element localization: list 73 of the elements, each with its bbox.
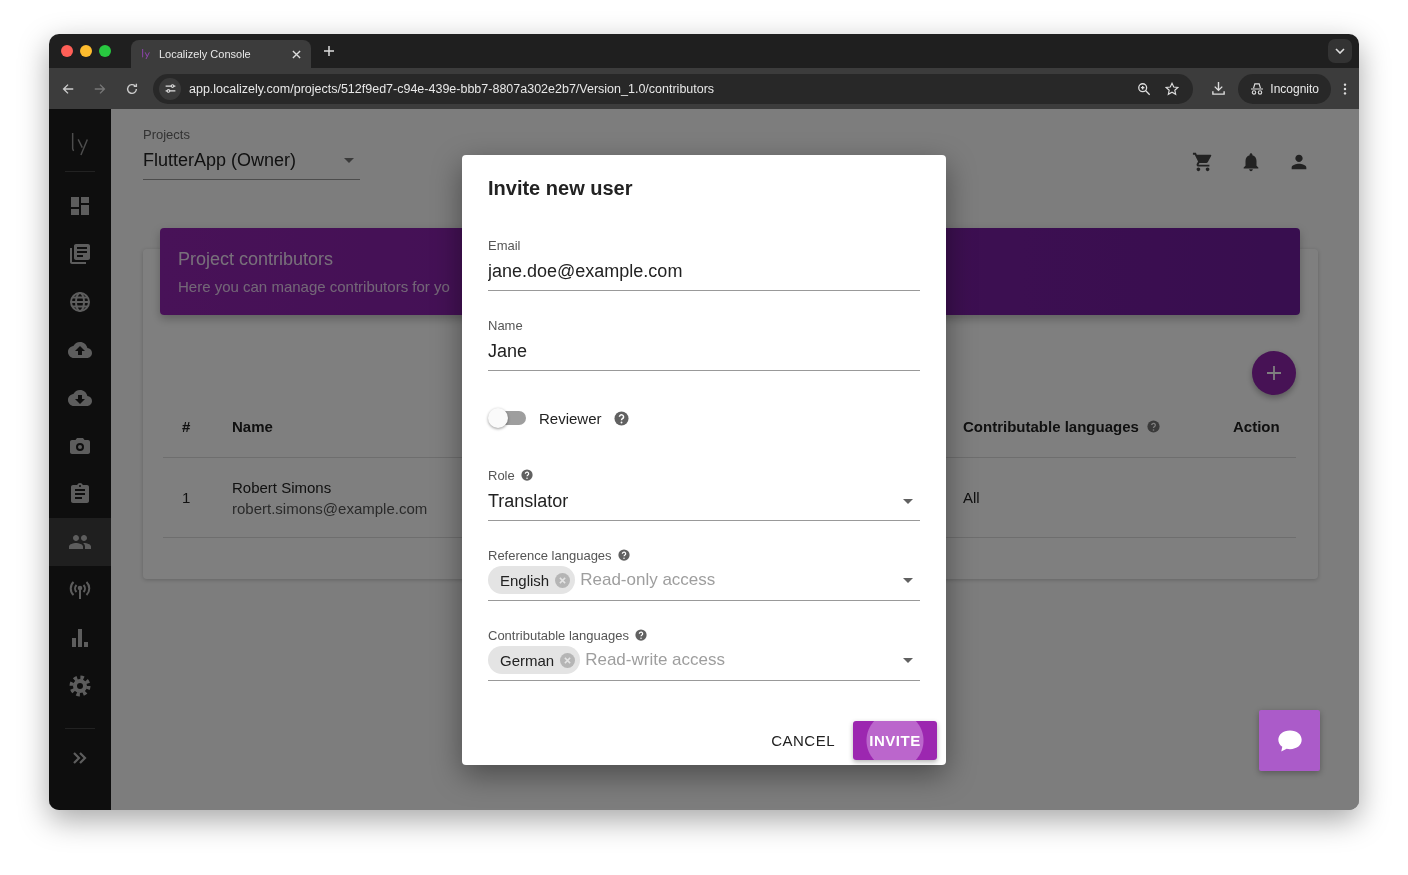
banner-title: Project contributors [178,248,335,270]
new-tab-icon[interactable] [323,45,335,57]
tab-search-button[interactable] [1328,39,1352,63]
cancel-button[interactable]: CANCEL [771,724,835,757]
field-label: Email [488,237,521,253]
expand-icon[interactable] [72,751,88,765]
clipboard-icon [68,482,92,506]
plus-icon [1266,365,1282,381]
add-button[interactable] [1252,351,1296,395]
field-label: Role [488,467,515,483]
incognito-button[interactable]: Incognito [1238,73,1331,104]
project-select[interactable]: FlutterApp (Owner) [143,148,360,180]
language-select[interactable]: English Read-only access [488,563,920,601]
field-label: Reference languages [488,547,612,563]
banner-subtitle: Here you can manage contributors for yo [178,277,451,295]
role-select[interactable]: Translator [488,483,920,521]
dropdown-caret-icon [903,498,913,504]
language-chip[interactable]: German [488,646,581,674]
help-icon[interactable] [1146,419,1160,433]
chat-button[interactable] [1259,710,1320,771]
incognito-icon [1250,82,1265,95]
globe-icon [68,290,92,314]
minimize-window-button[interactable] [80,45,92,57]
reviewer-switch[interactable] [488,408,526,428]
dropdown-caret-icon [903,657,913,663]
dropdown-caret-icon [344,158,354,163]
logo-icon [141,48,151,60]
star-icon[interactable] [1165,81,1180,96]
help-icon[interactable] [520,469,533,481]
chevron-down-icon [1335,48,1345,54]
browser-tab[interactable]: Localizely Console [131,40,311,68]
table-cell: All [963,489,980,506]
more-icon[interactable] [1343,81,1347,96]
documents-icon [68,242,92,266]
language-chip[interactable]: English [488,566,576,594]
projects-label: Projects [143,127,191,142]
tab-title: Localizely Console [159,48,252,60]
close-window-button[interactable] [61,45,73,57]
download-icon[interactable] [1211,81,1227,96]
field-label: Name [488,317,523,333]
placeholder-text: Read-write access [585,650,725,670]
field-label: Contributable languages [488,627,629,643]
reload-icon[interactable] [125,81,139,96]
dialog-title: Invite new user [488,177,634,200]
zoom-icon[interactable] [1137,81,1152,96]
contributor-email: robert.simons@example.com [232,499,428,517]
help-icon[interactable] [617,549,630,561]
placeholder-text: Read-only access [580,570,716,590]
close-tab-icon[interactable] [292,49,301,59]
url-text: app.localizely.com/projects/512f9ed7-c94e-439e-bbb7-8807a302e2b7/Version_1.0/contributors [189,81,715,96]
column-header: # [182,417,191,435]
switch-label: Reviewer [539,409,602,427]
sliders-icon [163,82,177,95]
column-header: Action [1233,417,1280,435]
address-bar[interactable]: app.localizely.com/projects/512f9ed7-c94e-439e-bbb7-8807a302e2b7/Version_1.0/contributors [153,73,1194,104]
dashboard-icon [68,194,92,218]
table-cell: 1 [182,489,191,506]
logo-icon [69,131,91,157]
help-icon[interactable] [634,629,647,641]
column-header: Name [232,417,273,435]
contributor-name: Robert Simons [232,478,332,496]
forward-icon[interactable] [93,81,107,96]
help-icon[interactable] [613,410,629,426]
sidebar-item[interactable] [49,518,111,566]
site-settings-button[interactable] [159,77,181,100]
maximize-window-button[interactable] [99,45,111,57]
back-icon[interactable] [61,81,75,96]
column-header: Contributable languages [963,417,1139,435]
dropdown-caret-icon [903,577,913,583]
invite-button[interactable]: INVITE [853,721,937,760]
settings-icon [68,674,92,698]
cart-icon[interactable] [1192,151,1214,173]
language-select[interactable]: German Read-write access [488,643,920,681]
